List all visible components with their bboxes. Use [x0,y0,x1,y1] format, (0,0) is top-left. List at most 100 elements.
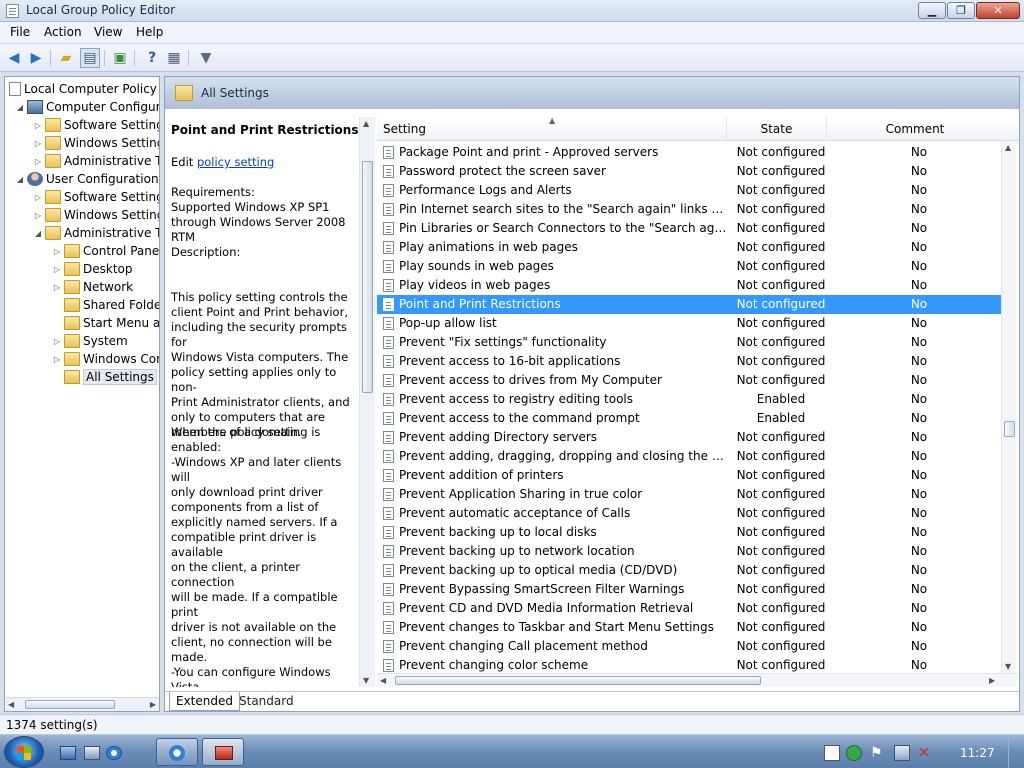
tree-item-user-configuration[interactable]: ◢ User Configuration [15,170,159,188]
table-row[interactable]: Performance Logs and Alerts Not configure… [377,181,1001,200]
table-row[interactable]: Prevent backing up to network location No… [377,542,1001,561]
filter-button[interactable]: ▼ [196,48,216,68]
scroll-down-icon[interactable]: ▼ [363,676,369,685]
console-tree[interactable]: Local Computer Policy ◢ Computer Configu… [4,76,160,712]
tree-item-software-settings[interactable]: ▷ Software Settings [33,116,159,134]
show-hide-tree-button[interactable]: ▤ [80,48,100,68]
scroll-right-icon[interactable]: ▶ [150,698,156,711]
settings-list[interactable]: Setting ▲ State Comment Package Point an… [377,117,1019,687]
maximize-button[interactable]: ❐ [947,2,975,19]
edit-policy-link[interactable]: policy setting [197,155,274,169]
tree-item-desktop[interactable]: ▷ Desktop [52,260,133,278]
table-row[interactable]: Pin Libraries or Search Connectors to th… [377,219,1001,238]
table-row[interactable]: Prevent "Fix settings" functionality Not … [377,333,1001,352]
volume-muted-icon[interactable]: ✕ [918,745,934,761]
scrollbar-thumb[interactable] [25,700,115,709]
table-row[interactable]: Play sounds in web pages Not configured No [377,257,1001,276]
table-row[interactable]: Prevent changes to Taskbar and Start Men… [377,618,1001,637]
show-desktop-button[interactable] [1008,735,1022,768]
menu-help[interactable]: Help [136,25,163,39]
taskbar-internet-explorer[interactable] [156,738,198,766]
explorer-icon[interactable] [84,746,100,760]
scrollbar-thumb[interactable] [395,676,761,685]
table-row[interactable]: Prevent backing up to local disks Not con… [377,523,1001,542]
scrollbar-thumb[interactable] [1004,421,1015,437]
start-button[interactable] [4,736,44,768]
tree-item-user-administrative-templates[interactable]: ◢ Administrative Te [33,224,159,242]
scroll-down-icon[interactable]: ▼ [1005,662,1011,671]
minimize-button[interactable]: ▁ [918,2,946,19]
table-row[interactable]: Password protect the screen saver Not con… [377,162,1001,181]
table-row[interactable]: Prevent access to drives from My Compute… [377,371,1001,390]
table-row[interactable]: Prevent backing up to optical media (CD/… [377,561,1001,580]
scroll-right-icon[interactable]: ▶ [989,674,995,688]
properties-button[interactable]: ▦ [164,48,184,68]
title-bar[interactable]: Local Group Policy Editor ▁ ❐ ✕ [0,0,1024,22]
tree-item-computer-configuration[interactable]: ◢ Computer Configura [15,98,159,116]
menu-view[interactable]: View [94,25,122,39]
menu-file[interactable]: File [10,25,30,39]
expand-icon[interactable]: ▷ [52,247,62,256]
internet-explorer-icon[interactable] [106,746,122,760]
scroll-left-icon[interactable]: ◀ [380,674,386,688]
table-row[interactable]: Pop-up allow list Not configured No [377,314,1001,333]
export-list-button[interactable]: ▣ [110,48,130,68]
table-row[interactable]: Prevent CD and DVD Media Information Ret… [377,599,1001,618]
action-center-flag-icon[interactable]: ⚑ [870,745,886,761]
tree-item-user-software-settings[interactable]: ▷ Software Settings [33,188,159,206]
tree-item-user-windows-settings[interactable]: ▷ Windows Setting [33,206,159,224]
collapse-icon[interactable]: ◢ [33,229,43,238]
notes-tray-icon[interactable] [824,745,840,761]
column-header-state[interactable]: State [727,117,827,141]
tree-item-control-panel[interactable]: ▷ Control Panel [52,242,159,260]
tree-item-shared-folders[interactable]: Shared Folder [52,296,159,314]
expand-icon[interactable]: ▷ [52,283,62,292]
tree-item-all-settings[interactable]: All Settings [52,368,157,386]
help-button[interactable]: ? [142,48,162,68]
tree-item-root[interactable]: Local Computer Policy [7,80,157,98]
expand-icon[interactable]: ▷ [52,355,62,364]
expand-icon[interactable]: ▷ [52,337,62,346]
network-tray-icon[interactable] [894,745,910,761]
table-row[interactable]: Prevent access to the command prompt Enab… [377,409,1001,428]
table-row[interactable]: Prevent changing Call placement method No… [377,637,1001,656]
table-row[interactable]: Play animations in web pages Not configur… [377,238,1001,257]
description-scrollbar[interactable]: ▲ ▼ [359,117,375,687]
tab-extended[interactable]: Extended [169,692,240,711]
table-row[interactable]: Prevent adding Directory servers Not conf… [377,428,1001,447]
scroll-up-icon[interactable]: ▲ [363,119,369,128]
table-row[interactable]: Pin Internet search sites to the "Search… [377,200,1001,219]
scroll-left-icon[interactable]: ◀ [8,698,14,711]
show-desktop-icon[interactable] [60,746,76,760]
expand-icon[interactable]: ▷ [33,193,43,202]
tab-standard[interactable]: Standard [233,692,300,711]
close-button[interactable]: ✕ [976,2,1020,19]
table-row[interactable]: Prevent adding, dragging, dropping and c… [377,447,1001,466]
table-row[interactable]: Play videos in web pages Not configured No [377,276,1001,295]
collapse-icon[interactable]: ◢ [15,103,25,112]
table-row[interactable]: Prevent Application Sharing in true colo… [377,485,1001,504]
list-vertical-scrollbar[interactable]: ▲ ▼ [1001,141,1017,673]
back-button[interactable]: ◀ [4,48,24,68]
clock[interactable]: 11:27 [960,746,995,760]
table-row[interactable]: Prevent access to registry editing tools… [377,390,1001,409]
table-row[interactable]: Package Point and print - Approved serve… [377,143,1001,162]
table-row[interactable]: Prevent automatic acceptance of Calls Not… [377,504,1001,523]
expand-icon[interactable]: ▷ [52,265,62,274]
column-header-comment[interactable]: Comment [827,117,1003,141]
collapse-icon[interactable]: ◢ [15,175,25,184]
tree-item-administrative-templates[interactable]: ▷ Administrative Te [33,152,159,170]
tree-item-system[interactable]: ▷ System [52,332,128,350]
scrollbar-thumb[interactable] [362,161,373,393]
taskbar-group-policy-editor[interactable] [202,738,244,766]
security-tray-icon[interactable] [846,745,862,761]
table-row[interactable]: Point and Print Restrictions Not configur… [377,295,1001,314]
forward-button[interactable]: ▶ [26,48,46,68]
tree-horizontal-scrollbar[interactable]: ◀ ▶ [5,697,159,711]
tree-item-windows-components[interactable]: ▷ Windows Cor [52,350,159,368]
menu-action[interactable]: Action [44,25,82,39]
up-level-button[interactable]: ▰ [56,48,76,68]
expand-icon[interactable]: ▷ [33,139,43,148]
table-row[interactable]: Prevent Bypassing SmartScreen Filter War… [377,580,1001,599]
scroll-up-icon[interactable]: ▲ [1005,143,1011,152]
